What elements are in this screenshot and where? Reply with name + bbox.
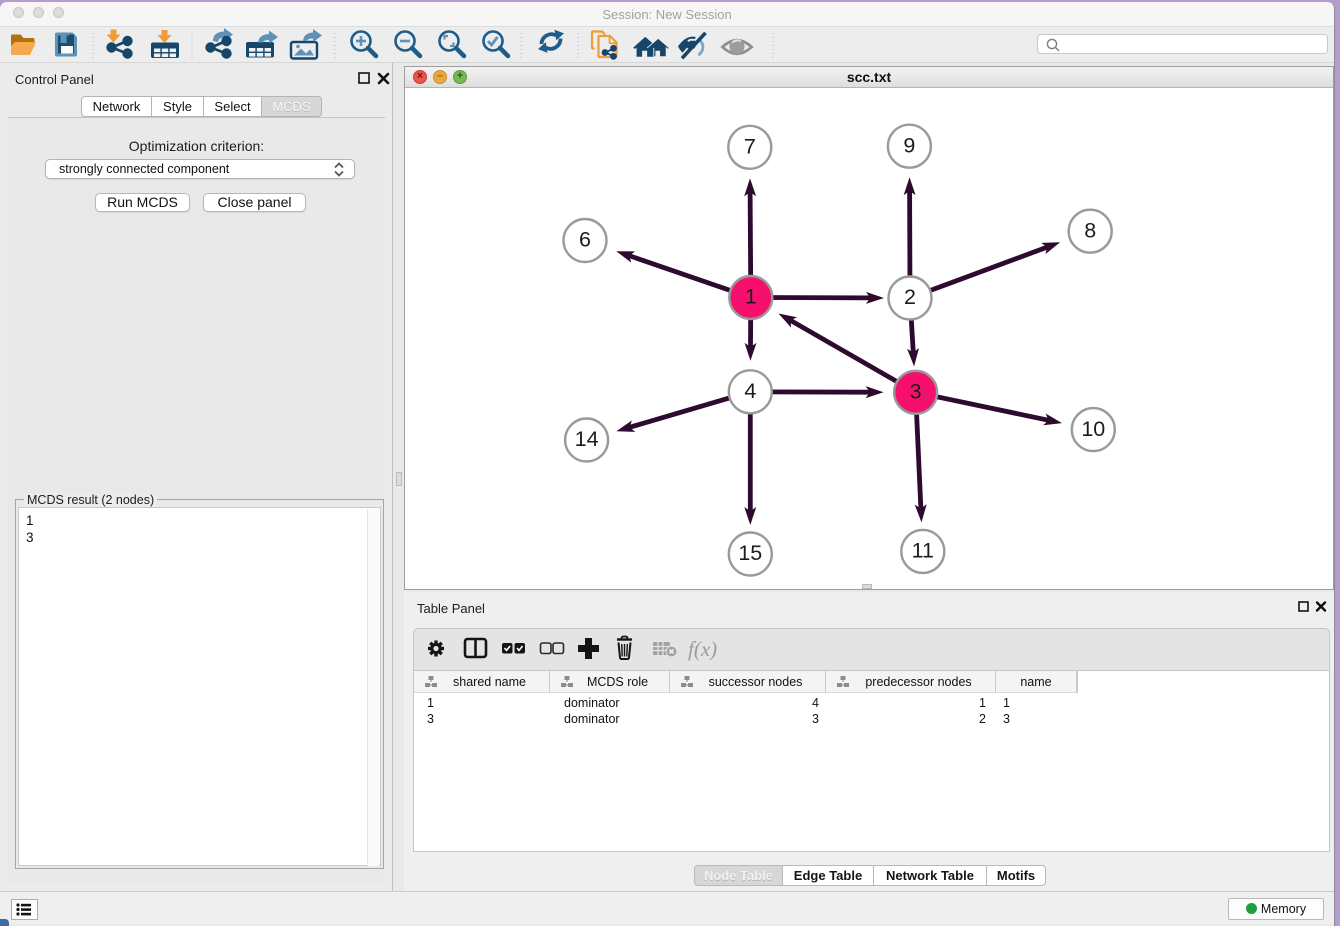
- svg-text:15: 15: [738, 541, 762, 565]
- svg-text:4: 4: [744, 379, 756, 403]
- svg-text:f(x): f(x): [688, 637, 717, 661]
- svg-text:8: 8: [1084, 218, 1096, 242]
- svg-text:14: 14: [575, 427, 599, 451]
- svg-text:7: 7: [744, 135, 756, 159]
- svg-text:9: 9: [903, 133, 915, 157]
- svg-text:3: 3: [910, 380, 922, 404]
- svg-text:11: 11: [912, 539, 934, 563]
- svg-text:10: 10: [1081, 417, 1105, 441]
- svg-text:1: 1: [745, 285, 757, 309]
- svg-text:6: 6: [579, 228, 591, 252]
- svg-text:2: 2: [904, 285, 916, 309]
